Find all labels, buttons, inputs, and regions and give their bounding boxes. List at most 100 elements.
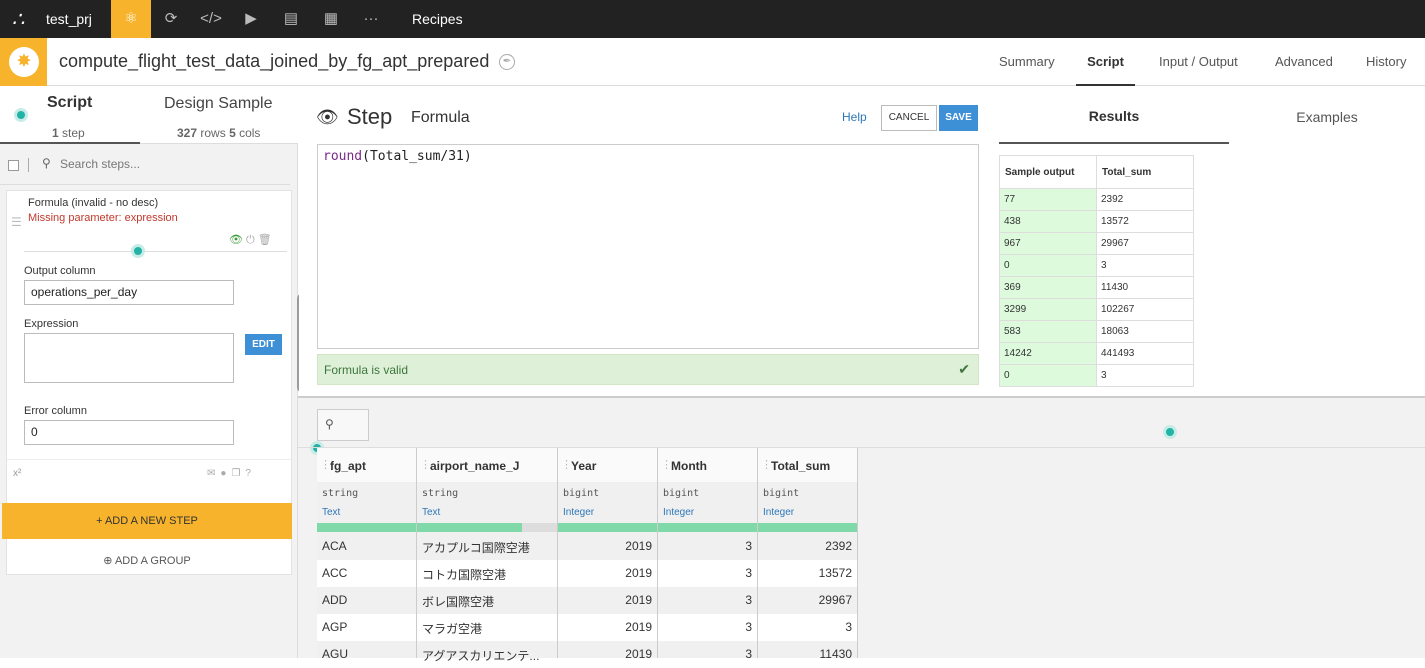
validity-bar [317,523,416,532]
column-meaning[interactable]: Integer [563,507,594,518]
results-table: Sample output Total_sum 77 2392 438 13572 96… [999,155,1194,387]
grid-cell[interactable]: 29967 [758,587,857,614]
power-icon[interactable]: ⏻ [246,234,255,246]
tab-history[interactable]: History [1366,38,1406,86]
grid-cell[interactable]: AGP [317,614,416,641]
help-icon[interactable]: ? [245,468,256,479]
more-icon[interactable]: ··· [351,0,391,38]
select-all-checkbox[interactable] [8,160,19,171]
tab-summary[interactable]: Summary [999,38,1055,86]
total-sum-cell: 3 [1096,254,1194,277]
output-column-input[interactable]: operations_per_day [24,280,234,305]
preview-marker-icon [1163,425,1177,439]
project-name[interactable]: test_prj [36,0,102,38]
drag-handle-icon[interactable]: ☰ [11,215,22,229]
grid-cell[interactable]: AGU [317,641,416,668]
flow-icon[interactable]: ⚛ [111,0,151,38]
total-sum-cell: 2392 [1096,188,1194,211]
sample-output-cell: 0 [999,254,1097,277]
column-meaning[interactable]: Text [422,507,440,518]
column-meaning[interactable]: Integer [763,507,794,518]
copy-icon[interactable]: ❐ [231,468,245,479]
cancel-button[interactable]: CANCEL [881,105,937,131]
trash-icon[interactable]: 🗑 [258,234,272,246]
grid-cell[interactable]: 2019 [558,587,657,614]
grid-cell[interactable]: ボレ国際空港 [417,587,557,614]
comment-icon[interactable]: ✉ [207,468,220,479]
code-icon[interactable]: </> [191,0,231,38]
tab-design-sample[interactable]: Design Sample 327 rows 5 cols [140,86,298,144]
grid-cell[interactable]: 3 [758,614,857,641]
formula-code-editor[interactable]: round(Total_sum/31) [317,144,979,349]
grid-cell[interactable]: 2392 [758,533,857,560]
grid-search-button[interactable]: ⚲ [317,409,369,441]
color-icon[interactable]: ● [220,468,231,479]
column-header[interactable]: ⋮ fg_apt [317,448,416,483]
grid-cell[interactable]: ADD [317,587,416,614]
play-icon[interactable]: ▶ [231,0,271,38]
search-steps-input[interactable]: Search steps... [60,157,140,171]
grid-cell[interactable]: 3 [658,587,757,614]
add-group-button[interactable]: ⊕ ADD A GROUP [0,554,294,570]
grid-cell[interactable]: アグアスカリエンテ... [417,641,557,668]
eye-icon[interactable]: 👁 [316,107,339,128]
column-meaning[interactable]: Text [322,507,340,518]
grid-cell[interactable]: ACA [317,533,416,560]
output-column-label: Output column [24,265,96,277]
column-header[interactable]: ⋮ Month [658,448,757,483]
table-row: 438 13572 [999,210,1194,233]
tab-script[interactable]: Script [1076,38,1135,86]
grid-cell[interactable]: 2019 [558,560,657,587]
refresh-icon[interactable]: ⟳ [151,0,191,38]
recipes-breadcrumb[interactable]: Recipes [402,0,473,38]
grid-cell[interactable]: 3 [658,560,757,587]
grid-cell[interactable]: マラガ空港 [417,614,557,641]
column-header[interactable]: ⋮ airport_name_J [417,448,557,483]
tab-script-steps[interactable]: Script 1 step [0,86,140,144]
grid-cell[interactable]: 11430 [758,641,857,668]
grid-cell[interactable]: コトカ国際空港 [417,560,557,587]
error-column-input[interactable]: 0 [24,420,234,445]
tab-input-output[interactable]: Input / Output [1159,38,1238,86]
datasets-icon[interactable]: ▤ [271,0,311,38]
tab-examples[interactable]: Examples [1229,86,1425,144]
recipe-title[interactable]: compute_flight_test_data_joined_by_fg_ap… [59,51,489,72]
grid-cell[interactable]: 13572 [758,560,857,587]
sample-output-cell: 0 [999,364,1097,387]
edit-title-icon[interactable]: ✒ [499,54,515,70]
grid-cell[interactable]: アカプルコ国際空港 [417,533,557,560]
column-header[interactable]: ⋮ Total_sum [758,448,857,483]
help-link[interactable]: Help [842,110,867,124]
dashboard-icon[interactable]: ▦ [311,0,351,38]
divider [24,251,287,252]
sample-output-cell: 77 [999,188,1097,211]
expression-textarea[interactable] [24,333,234,383]
step-name: Formula (invalid - no desc) [28,197,159,209]
validation-text: Formula is valid [324,363,409,377]
column-meaning[interactable]: Integer [663,507,694,518]
grid-column: ⋮ Month bigint Integer 3 3 3 3 3 [658,448,758,661]
grid-cell[interactable]: 2019 [558,533,657,560]
formula-icon[interactable]: x² [13,468,21,479]
grid-cell[interactable]: 2019 [558,641,657,668]
grid-cell[interactable]: 3 [658,641,757,668]
dataiku-logo-icon[interactable]: ∴ [0,0,36,38]
tab-advanced[interactable]: Advanced [1275,38,1333,86]
column-name: Total_sum [771,459,831,473]
grid-cell[interactable]: 2019 [558,614,657,641]
sample-output-cell: 369 [999,276,1097,299]
eye-icon[interactable]: 👁 [229,234,243,246]
grid-cell[interactable]: 3 [658,614,757,641]
column-header[interactable]: ⋮ Year [558,448,657,483]
add-step-button[interactable]: + ADD A NEW STEP [2,503,292,539]
total-sum-cell: 18063 [1096,320,1194,343]
table-header: Sample output [999,155,1097,189]
grid-cell[interactable]: ACC [317,560,416,587]
tab-results[interactable]: Results [999,86,1229,144]
step-editor: 👁 Step Formula Help CANCEL SAVE round(To… [299,86,989,396]
edit-button[interactable]: EDIT [245,334,282,355]
save-button[interactable]: SAVE [939,105,978,131]
add-group-label: ADD A GROUP [114,555,191,567]
plus-circle-icon: ⊕ [103,555,113,567]
grid-cell[interactable]: 3 [658,533,757,560]
